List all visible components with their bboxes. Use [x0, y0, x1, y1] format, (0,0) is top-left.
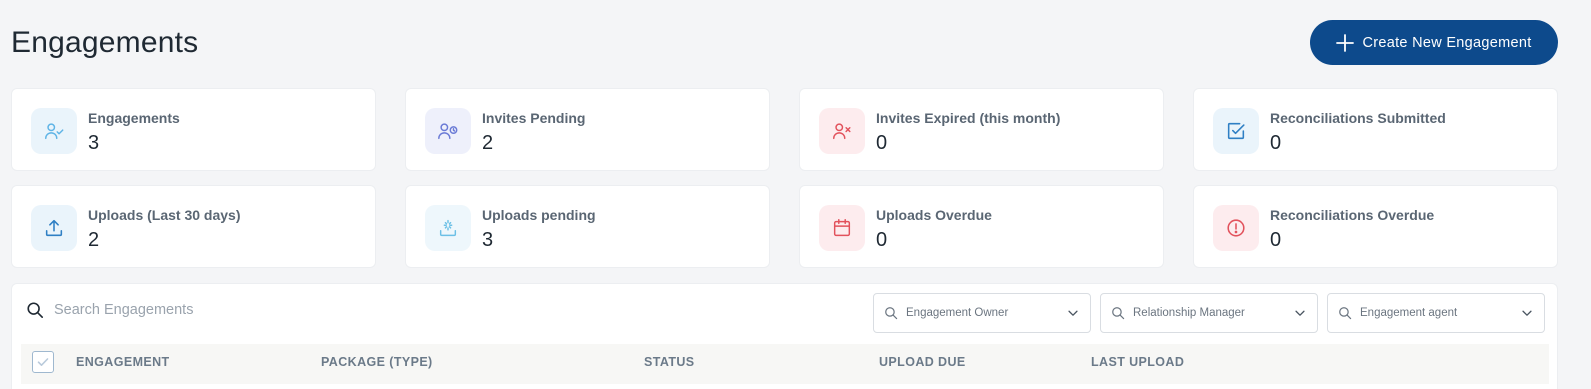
stat-label: Uploads (Last 30 days) [88, 207, 241, 223]
stat-label: Invites Pending [482, 110, 586, 126]
search-icon [1339, 307, 1352, 320]
user-check-icon [45, 123, 64, 140]
create-button-label: Create New Engagement [1362, 34, 1532, 51]
chevron-down-icon [1068, 310, 1078, 316]
stat-card-reconciliations-submitted[interactable]: Reconciliations Submitted 0 [1193, 88, 1558, 171]
upload-icon [45, 219, 63, 237]
stat-label: Invites Expired (this month) [876, 110, 1061, 126]
check-square-icon [1227, 122, 1245, 140]
search-icon [27, 302, 44, 319]
stat-card-reconciliations-overdue[interactable]: Reconciliations Overdue 0 [1193, 185, 1558, 268]
stat-icon-badge [1213, 108, 1259, 154]
search-bar [26, 301, 374, 319]
stat-label: Reconciliations Overdue [1270, 207, 1435, 223]
stat-card-invites-expired[interactable]: Invites Expired (this month) 0 [799, 88, 1164, 171]
calendar-icon [833, 219, 851, 237]
engagement-agent-filter[interactable]: Engagement agent [1327, 293, 1545, 333]
filter-placeholder: Engagement agent [1360, 307, 1458, 319]
stat-label: Uploads Overdue [876, 207, 992, 223]
plus-icon [1336, 33, 1355, 52]
chevron-down-icon [1295, 310, 1305, 316]
create-new-engagement-button[interactable]: Create New Engagement [1310, 20, 1558, 65]
page-title: Engagements [11, 26, 199, 59]
search-engagements-input[interactable] [54, 302, 374, 318]
stat-icon-badge [425, 108, 471, 154]
user-x-icon [833, 123, 851, 140]
search-icon [1112, 307, 1125, 320]
column-header-engagement[interactable]: ENGAGEMENT [76, 355, 170, 369]
stat-value: 0 [876, 229, 888, 251]
stat-card-uploads-pending[interactable]: Uploads pending 3 [405, 185, 770, 268]
engagements-table-panel: Engagement Owner Relationship Manager En… [11, 283, 1558, 389]
stat-value: 2 [88, 229, 100, 251]
stats-grid: Engagements 3 Invites Pending 2 Invites … [11, 88, 1558, 268]
filter-placeholder: Engagement Owner [906, 307, 1009, 319]
stat-label: Engagements [88, 110, 180, 126]
engagement-owner-filter[interactable]: Engagement Owner [873, 293, 1091, 333]
stat-icon-badge [1213, 205, 1259, 251]
stat-card-engagements[interactable]: Engagements 3 [11, 88, 376, 171]
stat-icon-badge [819, 108, 865, 154]
table-header: ENGAGEMENT PACKAGE (TYPE) STATUS UPLOAD … [21, 344, 1549, 384]
stat-label: Uploads pending [482, 207, 596, 223]
stat-value: 2 [482, 132, 494, 154]
stat-card-invites-pending[interactable]: Invites Pending 2 [405, 88, 770, 171]
column-header-status[interactable]: STATUS [644, 355, 695, 369]
alert-circle-icon [1227, 219, 1245, 237]
stat-icon-badge [819, 205, 865, 251]
check-icon [37, 358, 49, 366]
chevron-down-icon [1522, 310, 1532, 316]
stat-icon-badge [425, 205, 471, 251]
upload-pending-icon [439, 219, 457, 237]
search-icon [885, 307, 898, 320]
stat-value: 3 [88, 132, 100, 154]
column-header-upload-due[interactable]: UPLOAD DUE [879, 355, 966, 369]
relationship-manager-filter[interactable]: Relationship Manager [1100, 293, 1318, 333]
stat-value: 3 [482, 229, 494, 251]
user-clock-icon [438, 123, 458, 140]
stat-value: 0 [876, 132, 888, 154]
stat-icon-badge [31, 205, 77, 251]
filter-placeholder: Relationship Manager [1133, 307, 1245, 319]
column-header-package-type[interactable]: PACKAGE (TYPE) [321, 355, 433, 369]
stat-card-uploads-overdue[interactable]: Uploads Overdue 0 [799, 185, 1164, 268]
stat-value: 0 [1270, 132, 1282, 154]
stat-value: 0 [1270, 229, 1282, 251]
stat-label: Reconciliations Submitted [1270, 110, 1446, 126]
stat-icon-badge [31, 108, 77, 154]
select-all-checkbox[interactable] [32, 351, 54, 373]
column-header-last-upload[interactable]: LAST UPLOAD [1091, 355, 1184, 369]
stat-card-uploads-last-30-days[interactable]: Uploads (Last 30 days) 2 [11, 185, 376, 268]
